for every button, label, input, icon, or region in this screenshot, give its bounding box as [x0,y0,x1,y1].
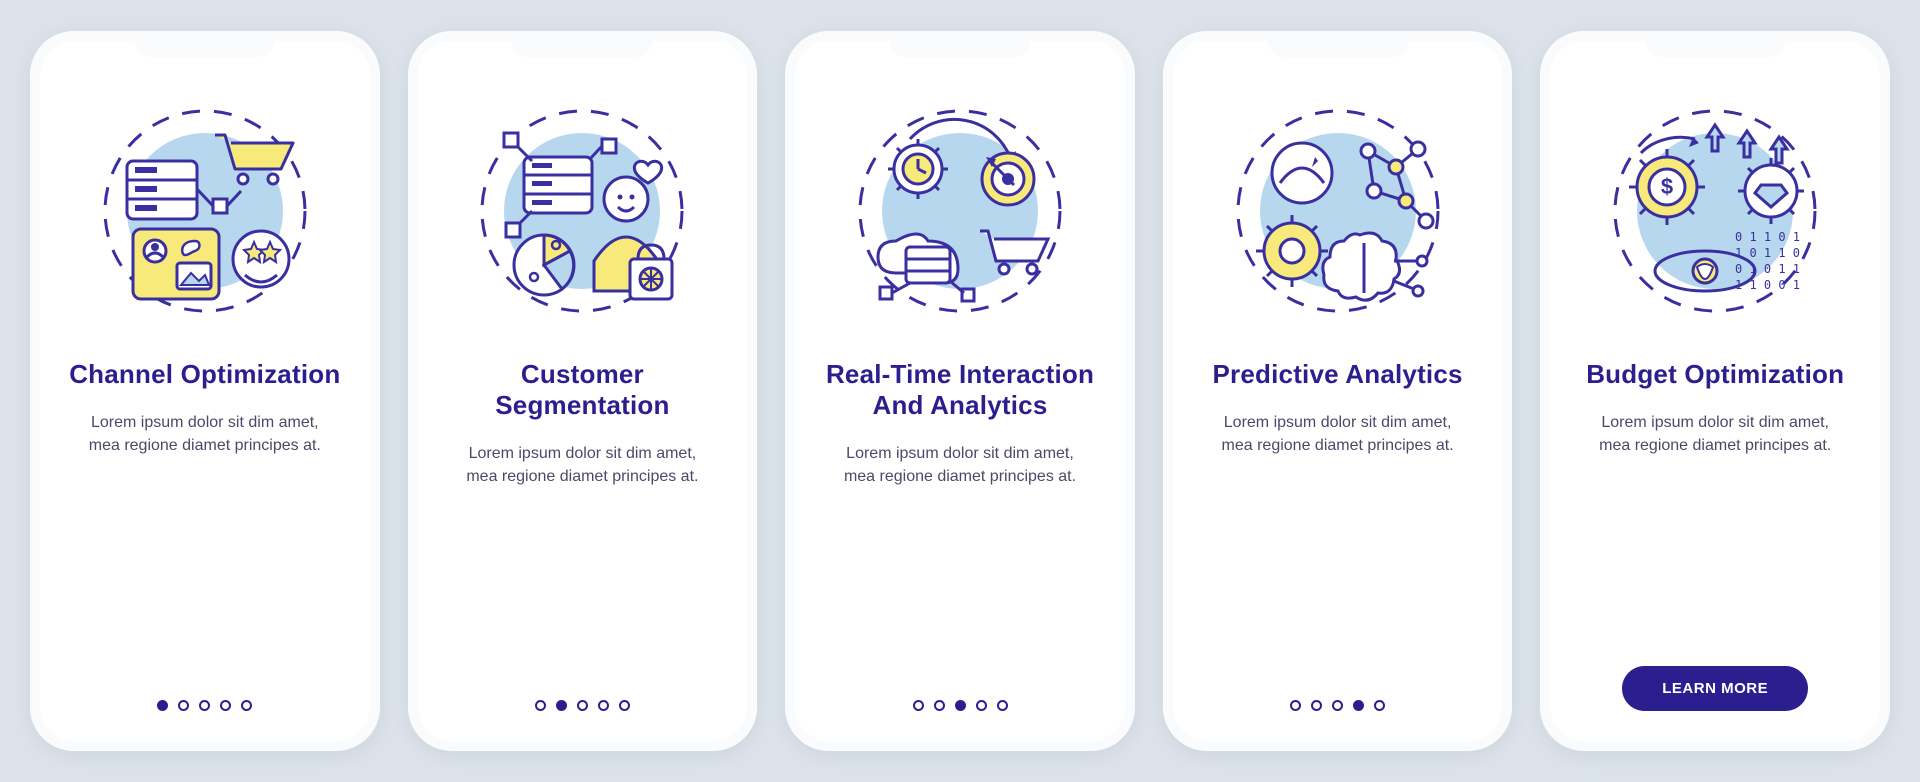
onboarding-card: $ [1540,31,1890,751]
dot[interactable] [598,700,609,711]
phone-notch [1645,31,1785,57]
phone-notch [512,31,652,57]
page-dots [1290,700,1385,711]
dot[interactable] [619,700,630,711]
card-body: Lorem ipsum dolor sit dim amet, mea regi… [452,443,712,488]
dot[interactable] [220,700,231,711]
card-body: Lorem ipsum dolor sit dim amet, mea regi… [1208,412,1468,457]
page-dots [157,700,252,711]
page-dots [913,700,1008,711]
dot[interactable] [1353,700,1364,711]
predictive-analytics-icon [1218,91,1458,331]
dot[interactable] [157,700,168,711]
learn-more-button[interactable]: LEARN MORE [1622,666,1808,711]
card-title: Customer Segmentation [442,359,724,421]
dot[interactable] [556,700,567,711]
onboarding-card: Real-Time Interaction And Analytics Lore… [785,31,1135,751]
dot[interactable] [535,700,546,711]
dot[interactable] [178,700,189,711]
card-body: Lorem ipsum dolor sit dim amet, mea regi… [75,412,335,457]
dot[interactable] [577,700,588,711]
card-body: Lorem ipsum dolor sit dim amet, mea regi… [830,443,1090,488]
card-title: Real-Time Interaction And Analytics [819,359,1101,421]
dot[interactable] [1374,700,1385,711]
dot[interactable] [1332,700,1343,711]
customer-segmentation-icon [462,91,702,331]
dot[interactable] [913,700,924,711]
page-dots [535,700,630,711]
card-body: Lorem ipsum dolor sit dim amet, mea regi… [1585,412,1845,457]
dot[interactable] [934,700,945,711]
svg-text:1 1 0 0 1: 1 1 0 0 1 [1735,278,1800,292]
phone-notch [890,31,1030,57]
card-title: Budget Optimization [1586,359,1844,390]
onboarding-card: Channel Optimization Lorem ipsum dolor s… [30,31,380,751]
onboarding-card: Customer Segmentation Lorem ipsum dolor … [408,31,758,751]
dot[interactable] [1290,700,1301,711]
phone-notch [135,31,275,57]
dot[interactable] [199,700,210,711]
dot[interactable] [241,700,252,711]
card-title: Predictive Analytics [1213,359,1463,390]
dot[interactable] [976,700,987,711]
svg-text:0 1 0 1 1: 0 1 0 1 1 [1735,262,1800,276]
svg-text:$: $ [1661,174,1673,199]
onboarding-card: Predictive Analytics Lorem ipsum dolor s… [1163,31,1513,751]
budget-optimization-icon: $ [1595,91,1835,331]
card-title: Channel Optimization [69,359,340,390]
dot[interactable] [997,700,1008,711]
phone-notch [1268,31,1408,57]
real-time-interaction-icon [840,91,1080,331]
dot[interactable] [1311,700,1322,711]
dot[interactable] [955,700,966,711]
svg-text:0 1 1 0 1: 0 1 1 0 1 [1735,230,1800,244]
channel-optimization-icon [85,91,325,331]
